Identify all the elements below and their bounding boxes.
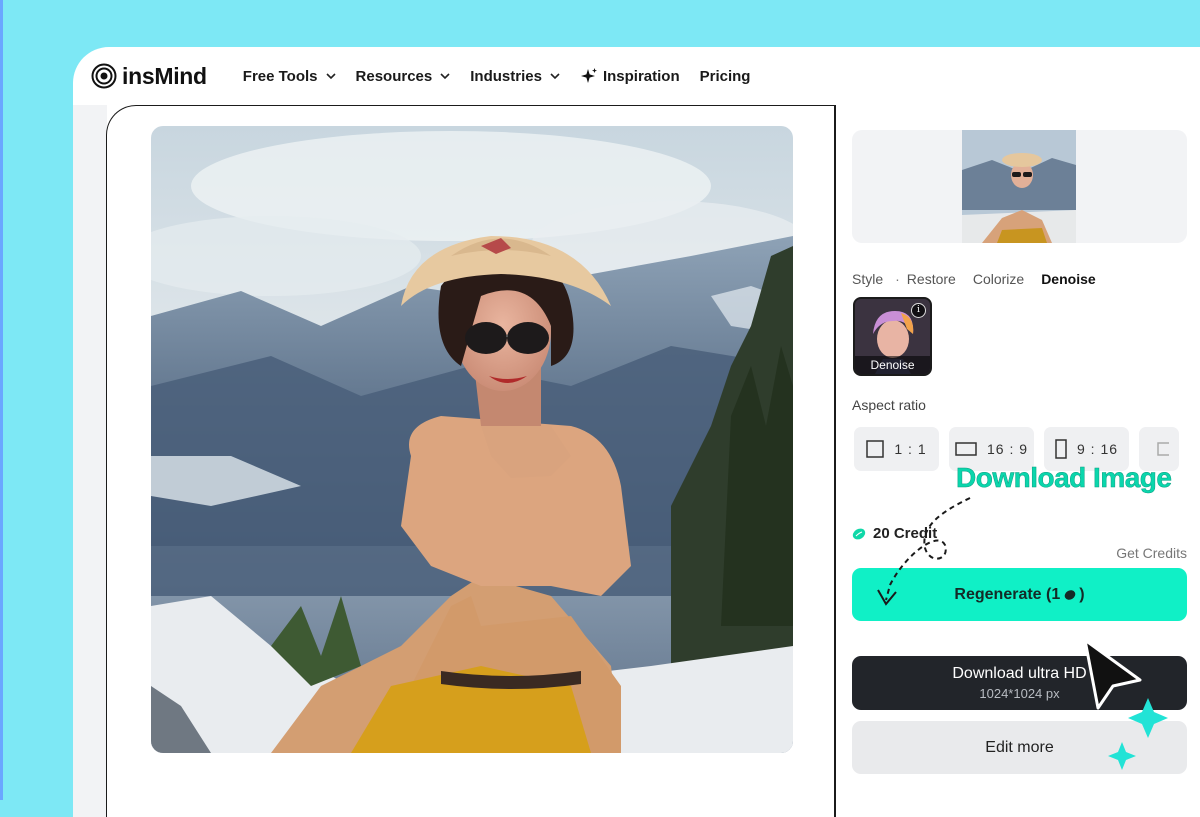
- regenerate-button[interactable]: Regenerate (1 ): [852, 568, 1187, 621]
- download-label: Download ultra HD: [952, 665, 1087, 682]
- denoise-style-card[interactable]: i Denoise: [853, 297, 932, 376]
- tab-style[interactable]: Style: [852, 271, 883, 287]
- nav-pricing-label: Pricing: [699, 67, 751, 85]
- portrait-rect-icon: [1055, 439, 1067, 459]
- tab-denoise[interactable]: Denoise: [1041, 271, 1095, 287]
- result-photo[interactable]: [151, 126, 793, 753]
- credit-text: 20 Credit: [873, 525, 938, 542]
- ratio-1-1-label: 1 : 1: [894, 441, 927, 457]
- get-credits-link[interactable]: Get Credits: [1116, 545, 1187, 561]
- download-ultra-hd-button[interactable]: Download ultra HD 1024*1024 px: [852, 656, 1187, 710]
- panel-divider: [834, 105, 836, 817]
- rect-icon: [1157, 442, 1169, 456]
- nav-inspiration[interactable]: Inspiration: [580, 67, 680, 85]
- credit-cost: 20 Credit: [852, 525, 937, 542]
- nav-industries-label: Industries: [470, 67, 542, 85]
- nav-resources-label: Resources: [355, 67, 433, 85]
- left-edge-strip: [0, 0, 3, 800]
- edit-more-button[interactable]: Edit more: [852, 721, 1187, 774]
- top-navbar: insMind Free Tools Resources Industries …: [73, 47, 1200, 105]
- left-gray-gutter: [73, 105, 107, 817]
- edit-more-label: Edit more: [985, 738, 1054, 756]
- style-card-label: Denoise: [855, 356, 930, 374]
- nav-resources[interactable]: Resources: [356, 68, 451, 85]
- chevron-down-icon: [440, 72, 450, 79]
- nav-free-tools-label: Free Tools: [242, 67, 318, 85]
- original-thumbnail[interactable]: [962, 130, 1076, 243]
- app-window: insMind Free Tools Resources Industries …: [73, 47, 1200, 817]
- nav-free-tools[interactable]: Free Tools: [243, 68, 336, 85]
- tab-colorize[interactable]: Colorize: [973, 271, 1024, 287]
- nav-inspiration-label: Inspiration: [602, 67, 680, 85]
- download-resolution: 1024*1024 px: [979, 686, 1060, 701]
- aspect-ratio-label: Aspect ratio: [852, 397, 926, 413]
- sparkle-icon: [580, 68, 597, 83]
- info-icon[interactable]: i: [911, 303, 926, 318]
- chevron-down-icon: [550, 72, 560, 79]
- original-thumbnail-box: [852, 130, 1187, 243]
- ratio-16-9-label: 16 : 9: [986, 441, 1029, 457]
- credit-bean-icon: [852, 528, 866, 539]
- editor-canvas: [106, 105, 835, 817]
- nav-industries[interactable]: Industries: [470, 68, 560, 85]
- credit-bean-icon: [1064, 589, 1076, 600]
- square-icon: [866, 440, 885, 458]
- landscape-rect-icon: [955, 442, 977, 456]
- insmind-logo-icon: [91, 63, 117, 89]
- tab-restore[interactable]: Restore: [907, 271, 956, 287]
- brand-name: insMind: [122, 62, 207, 89]
- nav-pricing[interactable]: Pricing: [700, 68, 751, 85]
- ratio-1-1[interactable]: 1 : 1: [854, 427, 939, 471]
- mode-tabs: Style · Restore Colorize Denoise: [852, 271, 1113, 287]
- regenerate-label-suffix: ): [1079, 585, 1085, 603]
- chevron-down-icon: [325, 72, 336, 79]
- tab-separator-dot: ·: [895, 271, 900, 287]
- brand-logo[interactable]: insMind: [91, 63, 207, 90]
- ratio-9-16-label: 9 : 16: [1076, 441, 1119, 457]
- download-image-callout: Download Image: [956, 462, 1172, 494]
- right-panel: Style · Restore Colorize Denoise i Denoi…: [852, 105, 1192, 817]
- regenerate-label: Regenerate (1: [954, 585, 1061, 603]
